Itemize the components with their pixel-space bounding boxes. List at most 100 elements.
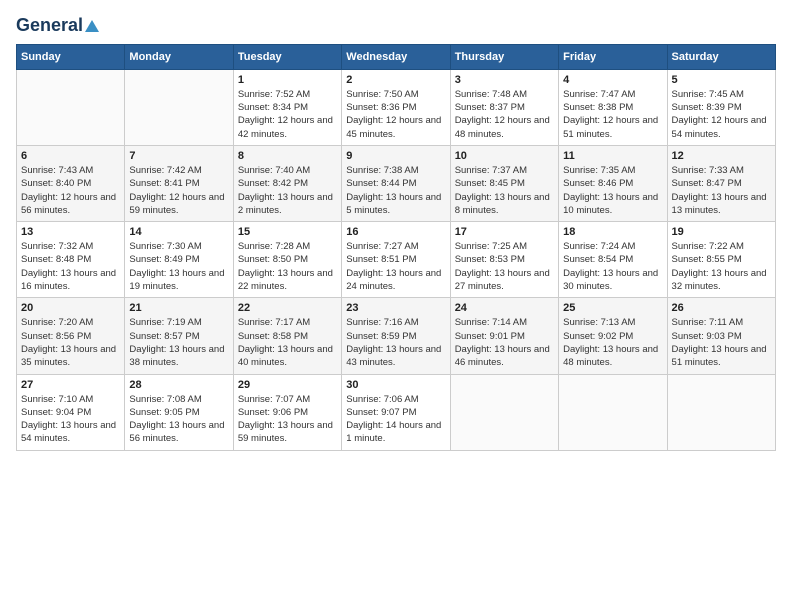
- calendar-cell: 1 Sunrise: 7:52 AM Sunset: 8:34 PM Daylig…: [233, 69, 341, 145]
- calendar-cell: 19 Sunrise: 7:22 AM Sunset: 8:55 PM Dayli…: [667, 222, 775, 298]
- day-number: 11: [563, 150, 662, 162]
- calendar-cell: 16 Sunrise: 7:27 AM Sunset: 8:51 PM Dayli…: [342, 222, 450, 298]
- calendar-cell: 28Sunrise: 7:08 AM Sunset: 9:05 PM Dayli…: [125, 374, 233, 450]
- calendar-cell: 2 Sunrise: 7:50 AM Sunset: 8:36 PM Daylig…: [342, 69, 450, 145]
- day-info: Sunrise: 7:35 AM Sunset: 8:46 PM Dayligh…: [563, 164, 662, 217]
- calendar-cell: 30 Sunrise: 7:06 AM Sunset: 9:07 PM Dayli…: [342, 374, 450, 450]
- calendar-cell: 3 Sunrise: 7:48 AM Sunset: 8:37 PM Daylig…: [450, 69, 558, 145]
- day-number: 30: [346, 379, 445, 391]
- day-number: 25: [563, 302, 662, 314]
- day-info: Sunrise: 7:20 AM Sunset: 8:56 PM Dayligh…: [21, 316, 120, 369]
- day-number: 19: [672, 226, 771, 238]
- day-info: Sunrise: 7:38 AM Sunset: 8:44 PM Dayligh…: [346, 164, 445, 217]
- calendar-table: SundayMondayTuesdayWednesdayThursdayFrid…: [16, 44, 776, 451]
- day-number: 16: [346, 226, 445, 238]
- calendar-week-4: 20 Sunrise: 7:20 AM Sunset: 8:56 PM Dayli…: [17, 298, 776, 374]
- day-number: 5: [672, 74, 771, 86]
- calendar-cell: 9 Sunrise: 7:38 AM Sunset: 8:44 PM Daylig…: [342, 145, 450, 221]
- day-number: 28: [129, 379, 228, 391]
- day-info: Sunrise: 7:28 AM Sunset: 8:50 PM Dayligh…: [238, 240, 337, 293]
- weekday-header-tuesday: Tuesday: [233, 44, 341, 69]
- day-number: 9: [346, 150, 445, 162]
- day-info: Sunrise: 7:07 AM Sunset: 9:06 PM Dayligh…: [238, 393, 337, 446]
- day-number: 21: [129, 302, 228, 314]
- calendar-cell: 14 Sunrise: 7:30 AM Sunset: 8:49 PM Dayli…: [125, 222, 233, 298]
- weekday-header-thursday: Thursday: [450, 44, 558, 69]
- calendar-cell: 29 Sunrise: 7:07 AM Sunset: 9:06 PM Dayli…: [233, 374, 341, 450]
- day-info: Sunrise: 7:43 AM Sunset: 8:40 PM Dayligh…: [21, 164, 120, 217]
- day-info: Sunrise: 7:52 AM Sunset: 8:34 PM Dayligh…: [238, 88, 337, 141]
- day-info: Sunrise: 7:48 AM Sunset: 8:37 PM Dayligh…: [455, 88, 554, 141]
- day-number: 29: [238, 379, 337, 391]
- calendar-cell: 24Sunrise: 7:14 AM Sunset: 9:01 PM Dayli…: [450, 298, 558, 374]
- calendar-cell: 13 Sunrise: 7:32 AM Sunset: 8:48 PM Dayli…: [17, 222, 125, 298]
- day-number: 13: [21, 226, 120, 238]
- day-number: 3: [455, 74, 554, 86]
- day-number: 22: [238, 302, 337, 314]
- calendar-week-3: 13 Sunrise: 7:32 AM Sunset: 8:48 PM Dayli…: [17, 222, 776, 298]
- weekday-header-sunday: Sunday: [17, 44, 125, 69]
- day-number: 2: [346, 74, 445, 86]
- calendar-cell: 25 Sunrise: 7:13 AM Sunset: 9:02 PM Dayli…: [559, 298, 667, 374]
- calendar-cell: [559, 374, 667, 450]
- day-number: 17: [455, 226, 554, 238]
- calendar-cell: 10 Sunrise: 7:37 AM Sunset: 8:45 PM Dayli…: [450, 145, 558, 221]
- calendar-cell: 8 Sunrise: 7:40 AM Sunset: 8:42 PM Daylig…: [233, 145, 341, 221]
- calendar-cell: 17 Sunrise: 7:25 AM Sunset: 8:53 PM Dayli…: [450, 222, 558, 298]
- day-info: Sunrise: 7:42 AM Sunset: 8:41 PM Dayligh…: [129, 164, 228, 217]
- weekday-header-saturday: Saturday: [667, 44, 775, 69]
- day-number: 1: [238, 74, 337, 86]
- day-number: 12: [672, 150, 771, 162]
- calendar-cell: 22 Sunrise: 7:17 AM Sunset: 8:58 PM Dayli…: [233, 298, 341, 374]
- day-info: Sunrise: 7:06 AM Sunset: 9:07 PM Dayligh…: [346, 393, 445, 446]
- calendar-week-5: 27 Sunrise: 7:10 AM Sunset: 9:04 PM Dayli…: [17, 374, 776, 450]
- day-info: Sunrise: 7:10 AM Sunset: 9:04 PM Dayligh…: [21, 393, 120, 446]
- calendar-cell: 18Sunrise: 7:24 AM Sunset: 8:54 PM Dayli…: [559, 222, 667, 298]
- calendar-cell: 12 Sunrise: 7:33 AM Sunset: 8:47 PM Dayli…: [667, 145, 775, 221]
- day-info: Sunrise: 7:27 AM Sunset: 8:51 PM Dayligh…: [346, 240, 445, 293]
- day-info: Sunrise: 7:32 AM Sunset: 8:48 PM Dayligh…: [21, 240, 120, 293]
- day-info: Sunrise: 7:16 AM Sunset: 8:59 PM Dayligh…: [346, 316, 445, 369]
- calendar-cell: 7 Sunrise: 7:42 AM Sunset: 8:41 PM Daylig…: [125, 145, 233, 221]
- day-info: Sunrise: 7:40 AM Sunset: 8:42 PM Dayligh…: [238, 164, 337, 217]
- day-number: 20: [21, 302, 120, 314]
- calendar-cell: 15 Sunrise: 7:28 AM Sunset: 8:50 PM Dayli…: [233, 222, 341, 298]
- day-info: Sunrise: 7:17 AM Sunset: 8:58 PM Dayligh…: [238, 316, 337, 369]
- day-number: 23: [346, 302, 445, 314]
- calendar-cell: [17, 69, 125, 145]
- day-info: Sunrise: 7:14 AM Sunset: 9:01 PM Dayligh…: [455, 316, 554, 369]
- weekday-header-friday: Friday: [559, 44, 667, 69]
- day-info: Sunrise: 7:30 AM Sunset: 8:49 PM Dayligh…: [129, 240, 228, 293]
- calendar-cell: [667, 374, 775, 450]
- calendar-cell: 23 Sunrise: 7:16 AM Sunset: 8:59 PM Dayli…: [342, 298, 450, 374]
- calendar-cell: 11 Sunrise: 7:35 AM Sunset: 8:46 PM Dayli…: [559, 145, 667, 221]
- day-number: 8: [238, 150, 337, 162]
- day-info: Sunrise: 7:22 AM Sunset: 8:55 PM Dayligh…: [672, 240, 771, 293]
- day-info: Sunrise: 7:37 AM Sunset: 8:45 PM Dayligh…: [455, 164, 554, 217]
- day-info: Sunrise: 7:33 AM Sunset: 8:47 PM Dayligh…: [672, 164, 771, 217]
- logo-line1: General: [16, 16, 99, 36]
- day-info: Sunrise: 7:25 AM Sunset: 8:53 PM Dayligh…: [455, 240, 554, 293]
- calendar-week-2: 6Sunrise: 7:43 AM Sunset: 8:40 PM Daylig…: [17, 145, 776, 221]
- logo: General: [16, 16, 99, 36]
- calendar-cell: 27 Sunrise: 7:10 AM Sunset: 9:04 PM Dayli…: [17, 374, 125, 450]
- calendar-cell: [125, 69, 233, 145]
- day-info: Sunrise: 7:50 AM Sunset: 8:36 PM Dayligh…: [346, 88, 445, 141]
- calendar-cell: 21 Sunrise: 7:19 AM Sunset: 8:57 PM Dayli…: [125, 298, 233, 374]
- day-info: Sunrise: 7:24 AM Sunset: 8:54 PM Dayligh…: [563, 240, 662, 293]
- day-number: 7: [129, 150, 228, 162]
- day-number: 4: [563, 74, 662, 86]
- day-info: Sunrise: 7:13 AM Sunset: 9:02 PM Dayligh…: [563, 316, 662, 369]
- calendar-cell: 6Sunrise: 7:43 AM Sunset: 8:40 PM Daylig…: [17, 145, 125, 221]
- day-info: Sunrise: 7:45 AM Sunset: 8:39 PM Dayligh…: [672, 88, 771, 141]
- day-number: 10: [455, 150, 554, 162]
- day-number: 15: [238, 226, 337, 238]
- page-header: General: [16, 16, 776, 36]
- calendar-cell: 4 Sunrise: 7:47 AM Sunset: 8:38 PM Daylig…: [559, 69, 667, 145]
- day-number: 27: [21, 379, 120, 391]
- day-number: 14: [129, 226, 228, 238]
- day-info: Sunrise: 7:19 AM Sunset: 8:57 PM Dayligh…: [129, 316, 228, 369]
- day-info: Sunrise: 7:47 AM Sunset: 8:38 PM Dayligh…: [563, 88, 662, 141]
- day-info: Sunrise: 7:11 AM Sunset: 9:03 PM Dayligh…: [672, 316, 771, 369]
- weekday-header-monday: Monday: [125, 44, 233, 69]
